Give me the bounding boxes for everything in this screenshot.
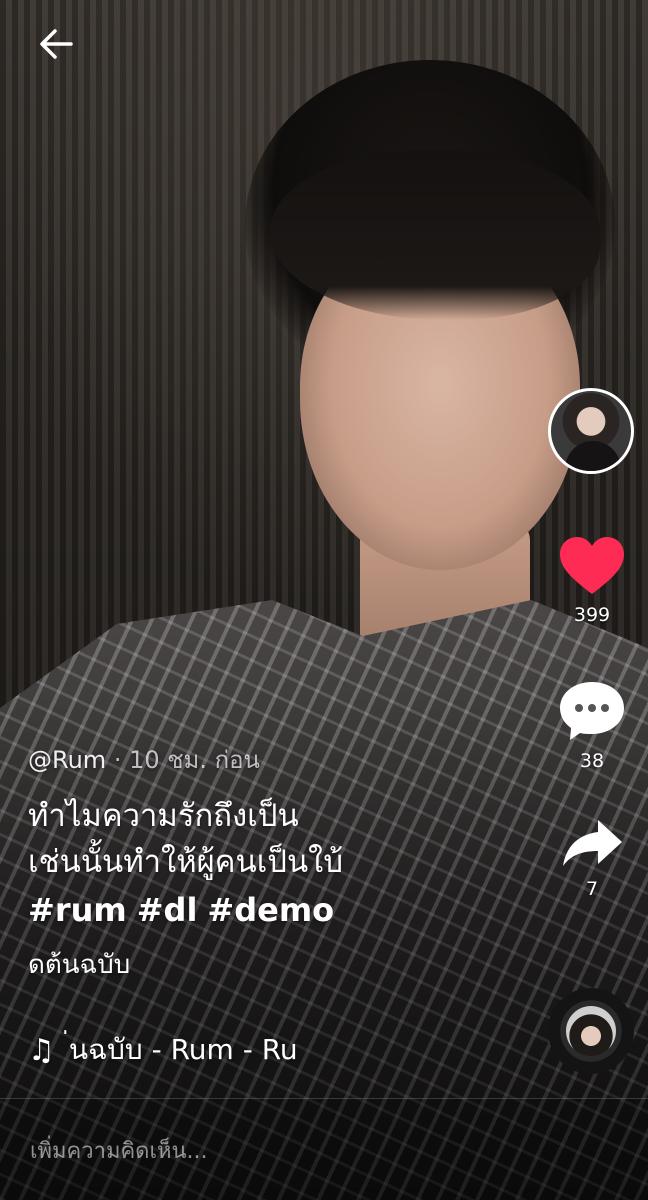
music-title: ่นฉบับ - Rum - Ru <box>68 1033 298 1066</box>
creator-avatar[interactable] <box>548 388 634 474</box>
comment-input[interactable] <box>30 1133 590 1169</box>
share-button[interactable]: 7 <box>546 818 638 900</box>
like-button[interactable]: 399 <box>546 536 638 626</box>
like-count: 399 <box>573 604 611 626</box>
hashtag-dl[interactable]: #dl <box>137 891 198 929</box>
post-caption: @Rum · 10 ชม. ก่อน ทำไมความรักถึงเป็น เช… <box>28 740 528 985</box>
hashtags: #rum #dl #demo <box>28 885 528 935</box>
hashtag-rum[interactable]: #rum <box>28 891 127 929</box>
hashtag-demo[interactable]: #demo <box>207 891 334 929</box>
back-arrow-icon <box>40 29 73 59</box>
share-count: 7 <box>585 878 599 900</box>
avatar-figure <box>565 441 621 471</box>
post-description: ทำไมความรักถึงเป็น เช่นนั้นทำให้ผู้คนเป็… <box>28 793 528 885</box>
comment-bar <box>0 1098 648 1200</box>
share-arrow-icon <box>563 820 622 866</box>
original-text: ดต้นฉบับ <box>28 950 131 980</box>
description-line-2: เช่นนั้นทำให้ผู้คนเป็นใบ้ <box>28 844 343 880</box>
comment-bubble-icon <box>560 682 624 740</box>
username-link[interactable]: @Rum <box>28 746 106 774</box>
back-button[interactable] <box>28 20 84 68</box>
heart-icon <box>560 537 624 594</box>
description-line-1: ทำไมความรักถึงเป็น <box>28 798 299 834</box>
post-time: 10 ชม. ก่อน <box>129 746 260 774</box>
separator-dot: · <box>106 746 130 774</box>
music-note-icon: ♫ <box>28 1032 55 1068</box>
music-disc-cover <box>566 1006 616 1056</box>
comment-count: 38 <box>579 750 605 772</box>
post-meta: @Rum · 10 ชม. ก่อน <box>28 740 528 779</box>
music-disc[interactable] <box>548 988 634 1074</box>
music-info[interactable]: ♫ ่นฉบับ - Rum - Ru <box>28 1028 358 1072</box>
comment-button[interactable]: 38 <box>546 680 638 772</box>
